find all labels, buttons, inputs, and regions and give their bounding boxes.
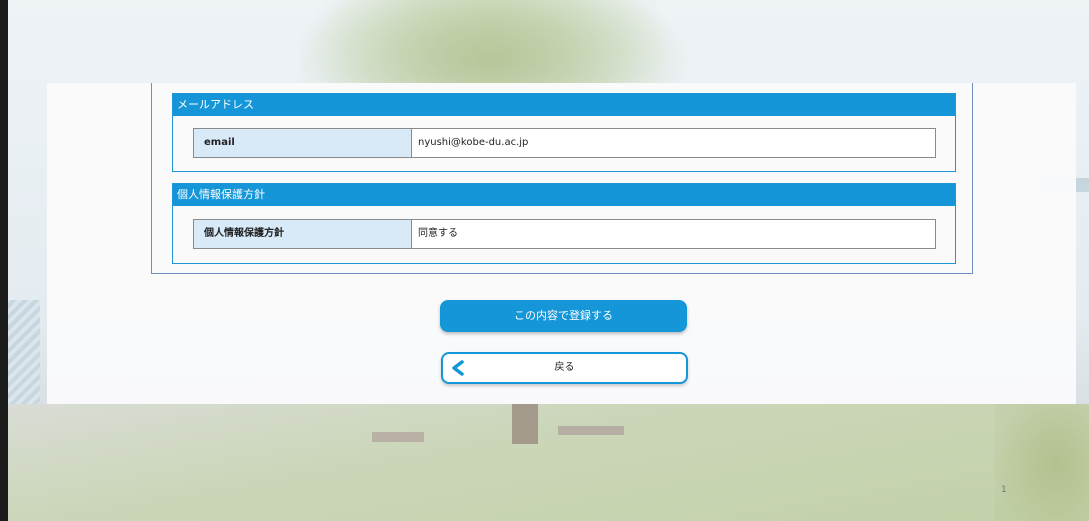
background-lawn [0,404,1089,521]
section-header-privacy-policy: 個人情報保護方針 [173,184,955,206]
background-bushes [995,404,1089,521]
field-row-privacy-policy: 個人情報保護方針 同意する [193,219,936,249]
field-value-email: nyushi@kobe-du.ac.jp [418,137,529,148]
section-header-email: メールアドレス [173,94,955,116]
background-tree-trunk [512,404,538,444]
background-bench [372,432,424,442]
field-label-privacy-policy: 個人情報保護方針 [194,220,412,248]
form-box: メールアドレス email nyushi@kobe-du.ac.jp 個人情報保… [151,83,973,274]
chevron-left-icon [452,360,464,376]
back-button[interactable]: 戻る [441,352,688,384]
confirmation-panel: メールアドレス email nyushi@kobe-du.ac.jp 個人情報保… [47,83,1076,404]
window-left-edge [0,0,8,521]
page-marker: 1 [1001,485,1007,495]
submit-registration-button[interactable]: この内容で登録する [440,300,687,332]
field-value-privacy-policy: 同意する [418,228,458,239]
background-tree [300,0,690,85]
back-button-label: 戻る [554,362,575,373]
section-email: メールアドレス email nyushi@kobe-du.ac.jp [172,93,956,172]
field-row-email: email nyushi@kobe-du.ac.jp [193,128,936,158]
section-privacy-policy: 個人情報保護方針 個人情報保護方針 同意する [172,183,956,264]
field-label-email: email [194,129,412,157]
background-bench [558,426,624,435]
